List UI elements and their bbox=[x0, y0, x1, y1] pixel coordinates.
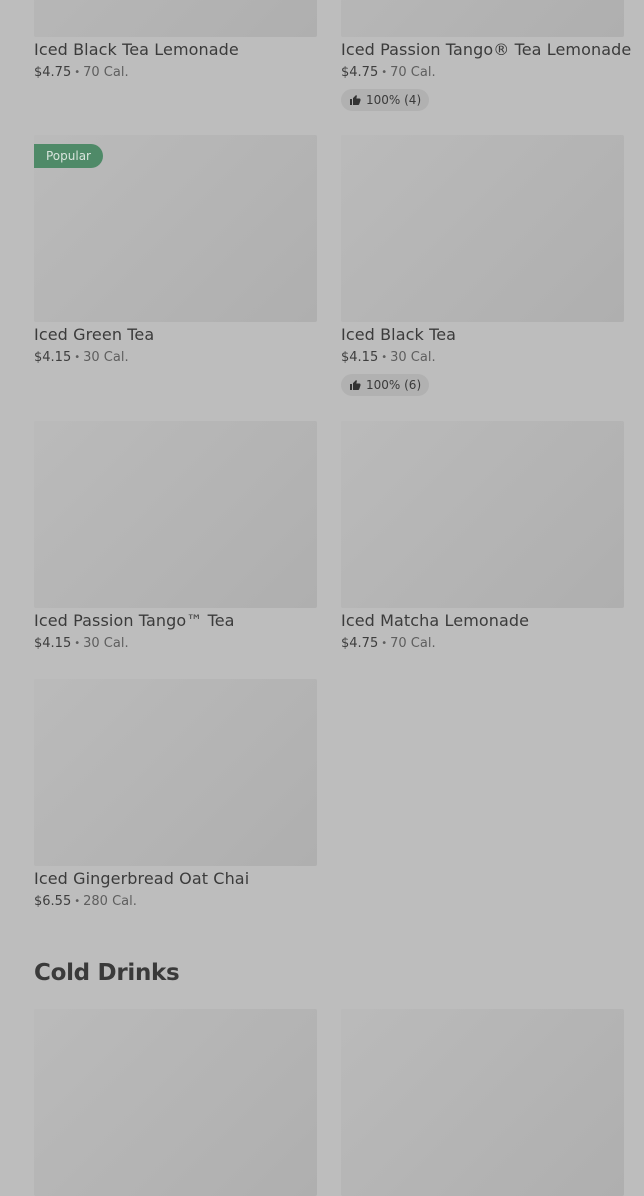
menu-item-card[interactable]: Iced Matcha Lemonade $4.75 • 70 Cal. bbox=[341, 421, 624, 652]
item-image[interactable] bbox=[34, 1009, 317, 1196]
separator: • bbox=[381, 352, 388, 363]
item-calories: 30 Cal. bbox=[83, 350, 129, 365]
item-price: $6.55 bbox=[34, 894, 72, 909]
item-price: $4.15 bbox=[341, 350, 379, 365]
item-image[interactable] bbox=[34, 421, 317, 608]
item-meta: $4.75 • 70 Cal. bbox=[34, 65, 317, 81]
menu-item-card[interactable]: Iced Passion Tango® Tea Lemonade $4.75 • 7… bbox=[341, 0, 632, 111]
thumbs-up-icon bbox=[350, 95, 361, 105]
separator: • bbox=[74, 896, 81, 907]
rating-badge: 100% (6) bbox=[341, 374, 430, 396]
item-calories: 30 Cal. bbox=[390, 350, 436, 365]
separator: • bbox=[74, 352, 81, 363]
popular-badge: Popular bbox=[34, 144, 103, 168]
item-image[interactable] bbox=[34, 0, 317, 37]
item-meta: $4.15 • 30 Cal. bbox=[341, 350, 624, 366]
item-name: Iced Passion Tango® Tea Lemonade bbox=[341, 40, 632, 59]
section-title: Cold Drinks bbox=[34, 960, 180, 986]
thumbs-up-icon bbox=[350, 380, 361, 390]
menu-item-card[interactable]: Iced Black Tea Lemonade $4.75 • 70 Cal. bbox=[34, 0, 317, 81]
menu-item-card[interactable]: Iced Passion Tango™ Tea $4.15 • 30 Cal. bbox=[34, 421, 317, 652]
item-price: $4.75 bbox=[34, 65, 72, 80]
item-image[interactable] bbox=[341, 421, 624, 608]
item-calories: 70 Cal. bbox=[390, 65, 436, 80]
item-name: Iced Black Tea Lemonade bbox=[34, 40, 239, 59]
item-meta: $4.75 • 70 Cal. bbox=[341, 636, 624, 652]
item-name: Iced Passion Tango™ Tea bbox=[34, 611, 235, 630]
item-meta: $4.75 • 70 Cal. bbox=[341, 65, 624, 81]
item-image[interactable] bbox=[341, 135, 624, 322]
separator: • bbox=[381, 638, 388, 649]
item-name: Iced Matcha Lemonade bbox=[341, 611, 530, 630]
item-meta: $6.55 • 280 Cal. bbox=[34, 894, 317, 910]
item-name: Iced Green Tea bbox=[34, 325, 155, 344]
menu-item-card[interactable] bbox=[34, 1009, 317, 1196]
item-name: Iced Gingerbread Oat Chai bbox=[34, 869, 250, 888]
item-meta: $4.15 • 30 Cal. bbox=[34, 636, 317, 652]
item-price: $4.75 bbox=[341, 636, 379, 651]
separator: • bbox=[74, 67, 81, 78]
separator: • bbox=[74, 638, 81, 649]
item-calories: 70 Cal. bbox=[390, 636, 436, 651]
item-image[interactable] bbox=[34, 679, 317, 866]
item-price: $4.15 bbox=[34, 636, 72, 651]
item-image[interactable]: Popular bbox=[34, 135, 317, 322]
item-price: $4.15 bbox=[34, 350, 72, 365]
item-calories: 280 Cal. bbox=[83, 894, 137, 909]
item-price: $4.75 bbox=[341, 65, 379, 80]
item-meta: $4.15 • 30 Cal. bbox=[34, 350, 317, 366]
item-image[interactable] bbox=[341, 0, 624, 37]
menu-item-card[interactable] bbox=[341, 1009, 624, 1196]
rating-text: 100% (6) bbox=[366, 378, 422, 392]
item-calories: 30 Cal. bbox=[83, 636, 129, 651]
item-calories: 70 Cal. bbox=[83, 65, 129, 80]
item-name: Iced Black Tea bbox=[341, 325, 457, 344]
menu-item-card[interactable]: Popular Iced Green Tea $4.15 • 30 Cal. bbox=[34, 135, 317, 366]
item-image[interactable] bbox=[341, 1009, 624, 1196]
menu-item-card[interactable]: Iced Gingerbread Oat Chai $6.55 • 280 Cal. bbox=[34, 679, 317, 910]
menu-item-card[interactable]: Iced Black Tea $4.15 • 30 Cal. 100% (6) bbox=[341, 135, 624, 396]
separator: • bbox=[381, 67, 388, 78]
rating-badge: 100% (4) bbox=[341, 89, 430, 111]
rating-text: 100% (4) bbox=[366, 93, 422, 107]
